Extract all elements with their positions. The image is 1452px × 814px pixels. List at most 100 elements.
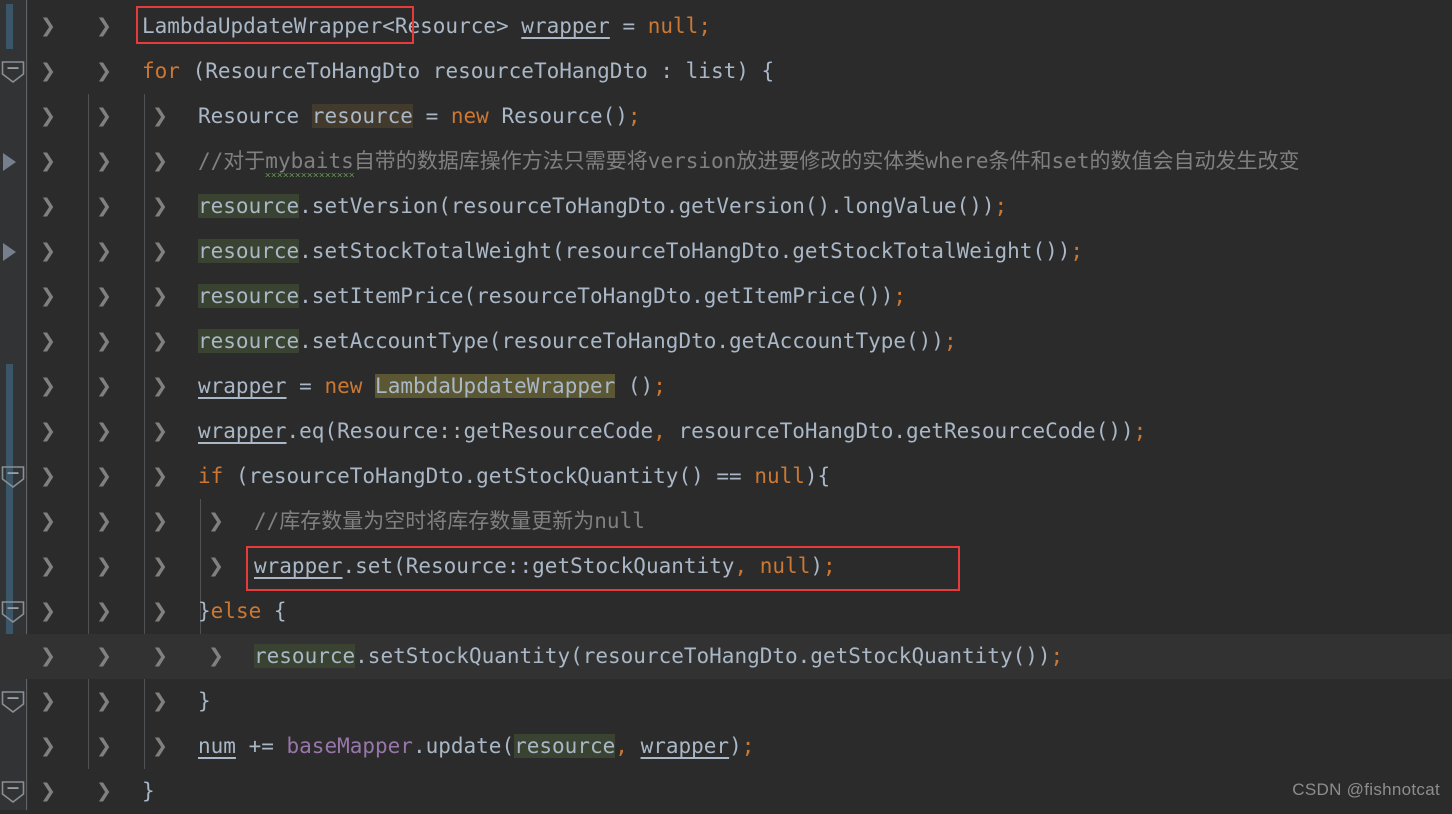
code-line-text: resource.setStockTotalWeight(resourceToH…: [198, 229, 1083, 274]
code-token: .setStockQuantity(resourceToHangDto.getS…: [355, 644, 1051, 668]
code-token: ): [810, 554, 823, 578]
code-token: LambdaUpdateWrapper: [142, 14, 383, 38]
code-token: ;: [627, 104, 641, 128]
chevron-right-icon[interactable]: ❯: [152, 139, 168, 184]
chevron-right-icon[interactable]: ❯: [40, 634, 56, 679]
code-line[interactable]: ❯ ❯ ❯ }else {: [0, 589, 1452, 634]
chevron-right-icon[interactable]: ❯: [152, 184, 168, 229]
code-content[interactable]: ❯ ❯ LambdaUpdateWrapper<Resource> wrapper …: [0, 0, 1452, 810]
code-token: wrapper: [640, 734, 730, 758]
chevron-right-icon[interactable]: ❯: [40, 499, 56, 544]
chevron-right-icon[interactable]: ❯: [208, 544, 224, 589]
code-line-text: resource.setItemPrice(resourceToHangDto.…: [198, 274, 906, 319]
chevron-right-icon[interactable]: ❯: [40, 589, 56, 634]
chevron-right-icon[interactable]: ❯: [96, 499, 112, 544]
chevron-right-icon[interactable]: ❯: [152, 229, 168, 274]
code-line[interactable]: ❯ ❯}: [0, 769, 1452, 814]
chevron-right-icon[interactable]: ❯: [152, 319, 168, 364]
chevron-right-icon[interactable]: ❯: [40, 184, 56, 229]
chevron-right-icon[interactable]: ❯: [152, 409, 168, 454]
chevron-right-icon[interactable]: ❯: [40, 454, 56, 499]
code-line[interactable]: ❯ ❯ ❯ resource.setItemPrice(resourceToHangD…: [0, 274, 1452, 319]
chevron-right-icon[interactable]: ❯: [96, 454, 112, 499]
chevron-right-icon[interactable]: ❯: [96, 679, 112, 724]
code-token: =: [286, 374, 325, 398]
code-line-text: LambdaUpdateWrapper<Resource> wrapper = …: [142, 4, 711, 49]
chevron-right-icon[interactable]: ❯: [96, 94, 112, 139]
chevron-right-icon[interactable]: ❯: [96, 544, 112, 589]
chevron-right-icon[interactable]: ❯: [40, 94, 56, 139]
code-line[interactable]: ❯ ❯ ❯ Resource resource = new Resource();: [0, 94, 1452, 139]
chevron-right-icon[interactable]: ❯: [152, 634, 168, 679]
code-line-text: }else {: [198, 589, 287, 634]
chevron-right-icon[interactable]: ❯: [96, 4, 112, 49]
code-token: LambdaUpdateWrapper: [375, 374, 616, 398]
code-line[interactable]: ❯ ❯ ❯ num += baseMapper.update(resource, wr…: [0, 724, 1452, 769]
code-line[interactable]: ❯ ❯ ❯ wrapper = new LambdaUpdateWrapper ();: [0, 364, 1452, 409]
chevron-right-icon[interactable]: ❯: [40, 229, 56, 274]
chevron-right-icon[interactable]: ❯: [96, 589, 112, 634]
code-line[interactable]: ❯ ❯ LambdaUpdateWrapper<Resource> wrapper …: [0, 4, 1452, 49]
code-line[interactable]: ❯ ❯ ❯ ❯ resource.setStockQuantity(resourceTo…: [0, 634, 1452, 679]
chevron-right-icon[interactable]: ❯: [96, 769, 112, 814]
code-editor[interactable]: ❯ ❯ LambdaUpdateWrapper<Resource> wrapper …: [0, 0, 1452, 810]
chevron-right-icon[interactable]: ❯: [96, 49, 112, 94]
code-line[interactable]: ❯ ❯ ❯ resource.setAccountType(resourceToHan…: [0, 319, 1452, 364]
code-token: wrapper: [521, 14, 610, 38]
code-token: ,: [615, 734, 628, 758]
chevron-right-icon[interactable]: ❯: [96, 184, 112, 229]
chevron-right-icon[interactable]: ❯: [208, 634, 224, 679]
chevron-right-icon[interactable]: ❯: [40, 724, 56, 769]
code-line[interactable]: ❯ ❯ for (ResourceToHangDto resourceToHangD…: [0, 49, 1452, 94]
code-line[interactable]: ❯ ❯ ❯ if (resourceToHangDto.getStockQuantit…: [0, 454, 1452, 499]
chevron-right-icon[interactable]: ❯: [96, 319, 112, 364]
chevron-right-icon[interactable]: ❯: [152, 274, 168, 319]
chevron-right-icon[interactable]: ❯: [40, 679, 56, 724]
code-token: .setAccountType(resourceToHangDto.getAcc…: [299, 329, 944, 353]
code-token: resource: [198, 194, 300, 218]
code-token: ;: [698, 14, 711, 38]
chevron-right-icon[interactable]: ❯: [40, 139, 56, 184]
code-line[interactable]: ❯ ❯ ❯ ❯ //库存数量为空时将库存数量更新为null: [0, 499, 1452, 544]
chevron-right-icon[interactable]: ❯: [40, 4, 56, 49]
code-line-text: //对于mybaits自带的数据库操作方法只需要将version放进要修改的实体…: [198, 139, 1299, 184]
chevron-right-icon[interactable]: ❯: [96, 724, 112, 769]
chevron-right-icon[interactable]: ❯: [40, 49, 56, 94]
code-line[interactable]: ❯ ❯ ❯ ❯ wrapper.set(Resource::getStockQuanti…: [0, 544, 1452, 589]
chevron-right-icon[interactable]: ❯: [152, 724, 168, 769]
chevron-right-icon[interactable]: ❯: [40, 319, 56, 364]
code-token: resource: [254, 644, 356, 668]
chevron-right-icon[interactable]: ❯: [40, 769, 56, 814]
code-line[interactable]: ❯ ❯ ❯ wrapper.eq(Resource::getResourceCode,…: [0, 409, 1452, 454]
code-line[interactable]: ❯ ❯ ❯ resource.setVersion(resourceToHangDto…: [0, 184, 1452, 229]
code-token: baseMapper: [286, 734, 413, 758]
chevron-right-icon[interactable]: ❯: [96, 409, 112, 454]
code-token: (): [615, 374, 654, 398]
chevron-right-icon[interactable]: ❯: [96, 634, 112, 679]
chevron-right-icon[interactable]: ❯: [96, 229, 112, 274]
code-token: ;: [943, 329, 957, 353]
chevron-right-icon[interactable]: ❯: [96, 364, 112, 409]
chevron-right-icon[interactable]: ❯: [96, 139, 112, 184]
code-line[interactable]: ❯ ❯ ❯}: [0, 679, 1452, 724]
chevron-right-icon[interactable]: ❯: [152, 544, 168, 589]
chevron-right-icon[interactable]: ❯: [40, 274, 56, 319]
chevron-right-icon[interactable]: ❯: [96, 274, 112, 319]
code-token: ;: [741, 734, 755, 758]
chevron-right-icon[interactable]: ❯: [40, 544, 56, 589]
chevron-right-icon[interactable]: ❯: [152, 364, 168, 409]
chevron-right-icon[interactable]: ❯: [40, 364, 56, 409]
code-token: null: [754, 464, 805, 488]
chevron-right-icon[interactable]: ❯: [152, 499, 168, 544]
code-line[interactable]: ❯ ❯ ❯ resource.setStockTotalWeight(resource…: [0, 229, 1452, 274]
chevron-right-icon[interactable]: ❯: [152, 454, 168, 499]
chevron-right-icon[interactable]: ❯: [152, 589, 168, 634]
chevron-right-icon[interactable]: ❯: [152, 94, 168, 139]
code-line[interactable]: ❯ ❯ ❯ //对于mybaits自带的数据库操作方法只需要将version放进要修改…: [0, 139, 1452, 184]
chevron-right-icon[interactable]: ❯: [208, 499, 224, 544]
code-line-text: resource.setAccountType(resourceToHangDt…: [198, 319, 957, 364]
chevron-right-icon[interactable]: ❯: [40, 409, 56, 454]
code-line-text: resource.setVersion(resourceToHangDto.ge…: [198, 184, 1007, 229]
code-token: null: [759, 554, 811, 578]
chevron-right-icon[interactable]: ❯: [152, 679, 168, 724]
